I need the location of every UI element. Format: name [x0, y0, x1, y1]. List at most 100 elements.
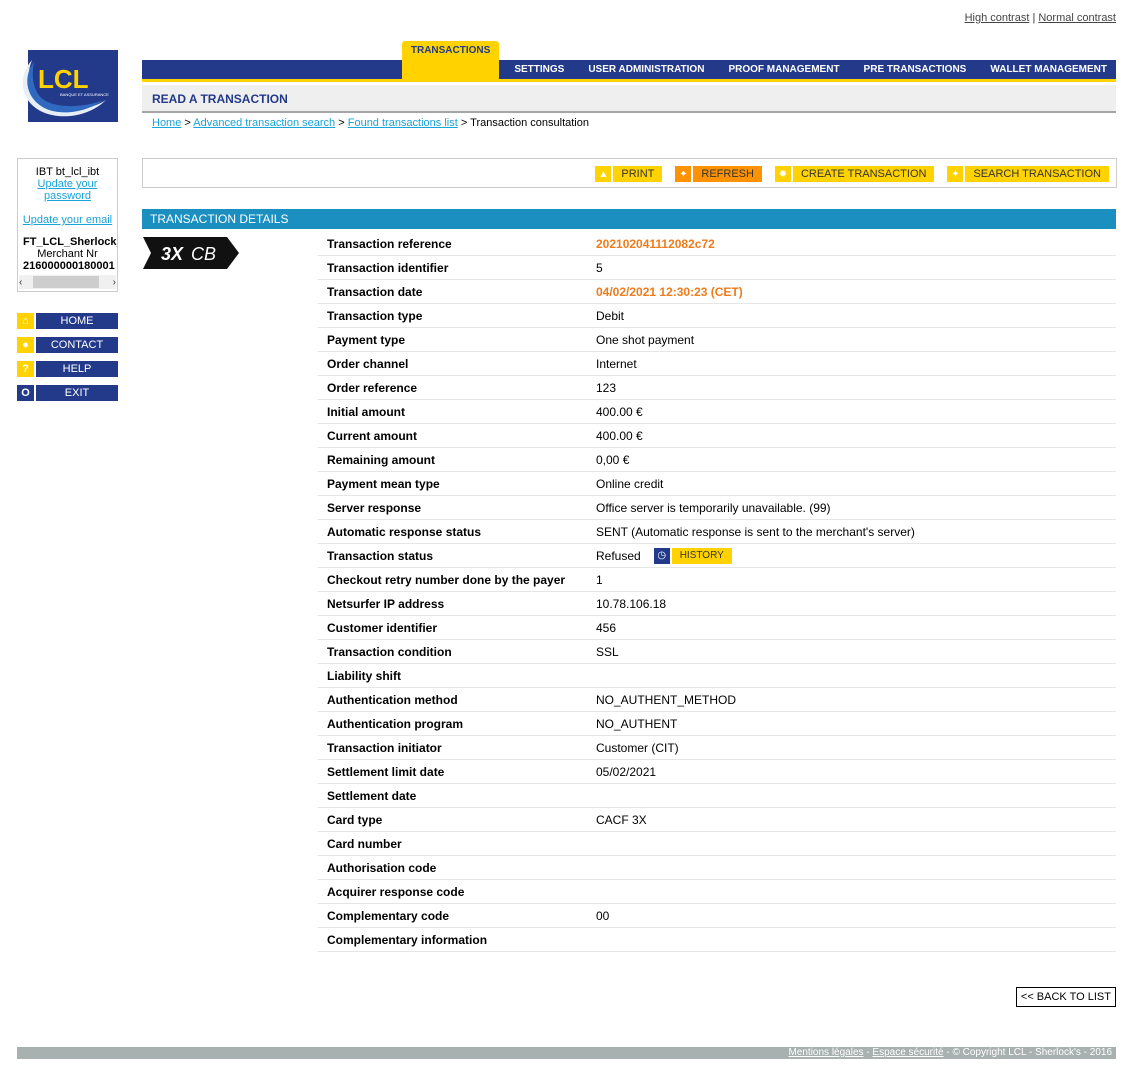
tab-settings[interactable]: SETTINGS — [505, 60, 574, 79]
history-label: HISTORY — [671, 547, 732, 564]
speech-bubble-icon: ● — [17, 337, 34, 353]
detail-row: Order channel Internet — [318, 352, 1116, 376]
walking-person-icon: ✦ — [947, 166, 964, 182]
detail-value-text: Debit — [596, 308, 625, 323]
detail-label: Transaction date — [327, 284, 423, 299]
sidenav-home-label: HOME — [36, 313, 118, 329]
detail-value: 5 — [596, 261, 1116, 275]
detail-label: Card type — [327, 812, 383, 827]
detail-label: Order reference — [327, 380, 418, 395]
detail-label: Current amount — [327, 428, 417, 443]
breadcrumb-advanced-search[interactable]: Advanced transaction search — [193, 117, 335, 129]
detail-label: Authentication program — [327, 716, 464, 731]
detail-row: Card type CACF 3X — [318, 808, 1116, 832]
main-tabs: TRANSACTIONS SETTINGS USER ADMINISTRATIO… — [401, 41, 1116, 79]
detail-label: Transaction condition — [327, 644, 452, 659]
action-toolbar: ▲ PRINT ✦ REFRESH ✹ CREATE TRANSACTION ✦… — [142, 158, 1117, 188]
detail-value-text: SENT (Automatic response is sent to the … — [596, 524, 915, 539]
detail-value: NO_AUTHENT — [596, 717, 1116, 731]
normal-contrast-link[interactable]: Normal contrast — [1038, 12, 1116, 24]
search-transaction-button[interactable]: ✦ SEARCH TRANSACTION — [947, 166, 1109, 182]
sidenav-home[interactable]: ⌂ HOME — [17, 313, 118, 329]
detail-value: 04/02/2021 12:30:23 (CET) — [596, 285, 1116, 299]
horizontal-scrollbar[interactable]: ‹ › — [19, 275, 116, 289]
detail-value-text: 400.00 € — [596, 428, 643, 443]
sidenav-contact-label: CONTACT — [36, 337, 118, 353]
sidenav-help-label: HELP — [36, 361, 118, 377]
tab-user-administration[interactable]: USER ADMINISTRATION — [579, 60, 714, 79]
detail-row: Card number — [318, 832, 1116, 856]
tab-wallet-management[interactable]: WALLET MANAGEMENT — [981, 60, 1116, 79]
sidenav-contact[interactable]: ● CONTACT — [17, 337, 118, 353]
detail-row: Authorisation code — [318, 856, 1116, 880]
refresh-label: REFRESH — [693, 166, 762, 182]
detail-label: Transaction type — [327, 308, 423, 323]
tab-proof-management[interactable]: PROOF MANAGEMENT — [719, 60, 849, 79]
print-button[interactable]: ▲ PRINT — [595, 166, 663, 182]
detail-row: Customer identifier 456 — [318, 616, 1116, 640]
scroll-right-icon[interactable]: › — [113, 277, 116, 288]
detail-value: 05/02/2021 — [596, 765, 1116, 779]
history-button[interactable]: ◷ HISTORY — [653, 547, 732, 564]
detail-row: Order reference 123 — [318, 376, 1116, 400]
detail-value-text: 5 — [596, 260, 603, 275]
detail-value: 400.00 € — [596, 429, 1116, 443]
tab-pre-transactions[interactable]: PRE TRANSACTIONS — [854, 60, 976, 79]
legal-mentions-link[interactable]: Mentions légales — [788, 1047, 863, 1058]
detail-row: Automatic response status SENT (Automatic… — [318, 520, 1116, 544]
breadcrumb-found-list[interactable]: Found transactions list — [348, 117, 458, 129]
lcl-logo[interactable]: LCL BANQUE ET ASSURANCE — [18, 50, 118, 123]
section-header: TRANSACTION DETAILS — [142, 209, 1116, 229]
detail-value: 202102041112082c72 — [596, 237, 1116, 251]
update-email-link[interactable]: Update your email — [23, 214, 112, 226]
detail-row: Checkout retry number done by the payer 1 — [318, 568, 1116, 592]
detail-label: Authentication method — [327, 692, 458, 707]
detail-value-text: 123 — [596, 380, 617, 395]
page-title: READ A TRANSACTION — [152, 92, 288, 106]
footer-separator: - — [866, 1047, 870, 1058]
security-space-link[interactable]: Espace sécurité — [872, 1047, 943, 1058]
breadcrumb: Home > Advanced transaction search > Fou… — [152, 117, 589, 129]
scrollbar-thumb[interactable] — [33, 276, 99, 288]
print-label: PRINT — [613, 166, 663, 182]
transaction-details-table: Transaction reference 202102041112082c72 T… — [318, 232, 1116, 952]
badge-cb-text: CB — [191, 244, 216, 264]
breadcrumb-home[interactable]: Home — [152, 117, 181, 129]
detail-value: SSL — [596, 645, 1116, 659]
side-nav: ⌂ HOME ● CONTACT ? HELP O EXIT — [17, 313, 118, 409]
detail-label: Payment mean type — [327, 476, 440, 491]
breadcrumb-separator: > — [184, 117, 191, 129]
logo-text: LCL — [38, 64, 89, 94]
detail-label: Customer identifier — [327, 620, 438, 635]
copyright-text: - © Copyright LCL - Sherlock's - 2016 — [946, 1047, 1112, 1058]
update-password-link[interactable]: Update your password — [38, 178, 98, 202]
detail-row: Transaction initiator Customer (CIT) — [318, 736, 1116, 760]
detail-label: Authorisation code — [327, 860, 437, 875]
sidenav-help[interactable]: ? HELP — [17, 361, 118, 377]
detail-value: NO_AUTHENT_METHOD — [596, 693, 1116, 707]
home-icon: ⌂ — [17, 313, 34, 329]
detail-value: 1 — [596, 573, 1116, 587]
clock-icon: ◷ — [653, 547, 670, 564]
back-to-list-button[interactable]: << BACK TO LIST — [1015, 987, 1116, 1007]
detail-row: Authentication program NO_AUTHENT — [318, 712, 1116, 736]
detail-value-text: 10.78.106.18 — [596, 596, 667, 611]
sidenav-exit[interactable]: O EXIT — [17, 385, 118, 401]
breadcrumb-separator: > — [460, 117, 468, 129]
detail-value: Internet — [596, 357, 1116, 371]
high-contrast-link[interactable]: High contrast — [965, 12, 1030, 24]
detail-row: Server response Office server is temporar… — [318, 496, 1116, 520]
detail-value-text: One shot payment — [596, 332, 695, 347]
detail-row: Settlement date — [318, 784, 1116, 808]
detail-row: Transaction condition SSL — [318, 640, 1116, 664]
detail-label: Initial amount — [327, 404, 405, 419]
create-transaction-button[interactable]: ✹ CREATE TRANSACTION — [774, 166, 935, 182]
detail-value: CACF 3X — [596, 813, 1116, 827]
detail-label: Automatic response status — [327, 524, 482, 539]
tab-transactions[interactable]: TRANSACTIONS — [401, 41, 500, 79]
scroll-left-icon[interactable]: ‹ — [19, 277, 22, 288]
refresh-button[interactable]: ✦ REFRESH — [675, 166, 762, 182]
detail-value: Debit — [596, 309, 1116, 323]
detail-label: Transaction initiator — [327, 740, 442, 755]
detail-label: Complementary information — [327, 932, 488, 947]
